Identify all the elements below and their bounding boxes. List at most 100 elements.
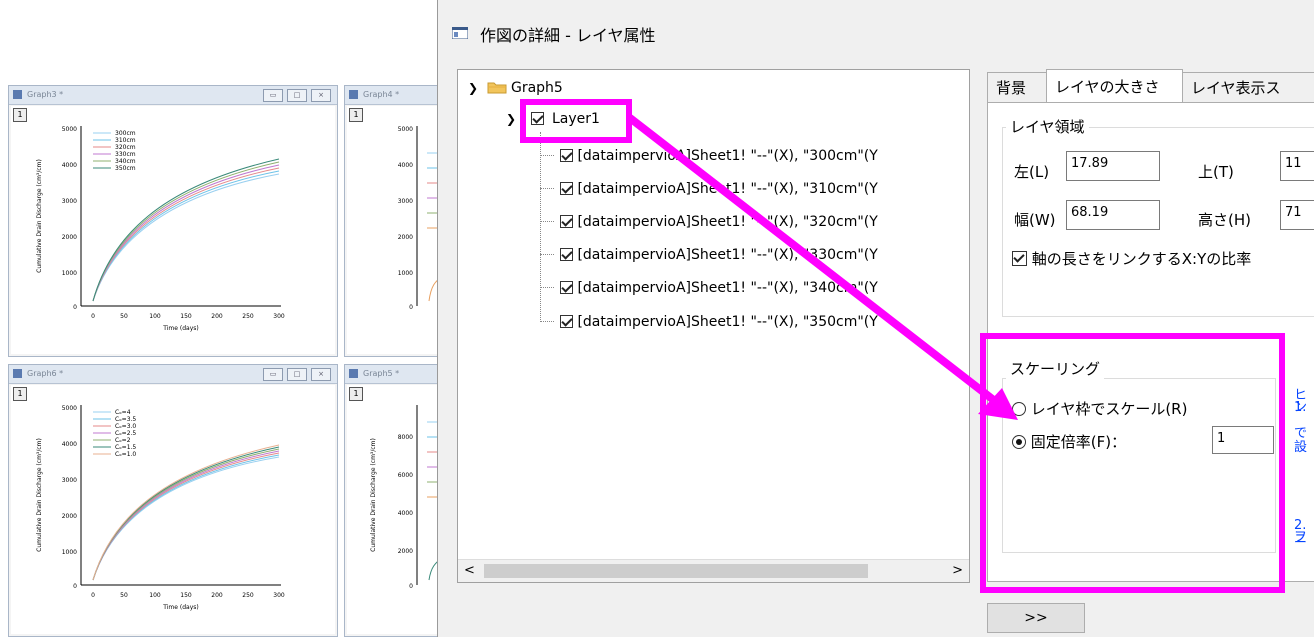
tree-plot-item[interactable]: [dataimpervioA]Sheet1! "--"(X), "320cm"(… <box>560 214 878 230</box>
ytick: 0 <box>409 583 413 590</box>
xtick: 200 <box>211 313 223 320</box>
legend-entry: 330cm <box>115 151 136 158</box>
plot-checkbox[interactable] <box>560 182 573 195</box>
xtick: 200 <box>211 592 223 599</box>
plot-tree-view[interactable]: ❯ Graph5 ❯ Layer1 [dataimpervioA]Sheet1!… <box>457 69 970 583</box>
ytick: 5000 <box>62 126 77 133</box>
close-button[interactable]: × <box>311 368 331 381</box>
tree-plot-item[interactable]: [dataimpervioA]Sheet1! "--"(X), "310cm"(… <box>560 181 878 197</box>
expand-button[interactable]: >> <box>987 603 1085 633</box>
xtick: 150 <box>180 313 192 320</box>
graph-window-graph3[interactable]: Graph3 * ▭ □ × 1 5000 4000 3000 2000 1000 … <box>8 85 338 357</box>
layer-area-label: レイヤ領域 <box>1006 116 1089 137</box>
legend-entry: Cₒ=2.5 <box>115 430 136 437</box>
tab-layer-display[interactable]: レイヤ表示ス <box>1182 72 1314 102</box>
plot-checkbox[interactable] <box>560 315 573 328</box>
graph3-titlebar[interactable]: Graph3 * ▭ □ × <box>9 86 337 105</box>
graph4-chart: 5000 4000 3000 2000 1000 0 <box>398 126 443 311</box>
scrollbar-thumb[interactable] <box>484 564 868 578</box>
plot-label: [dataimpervioA]Sheet1! "--"(X), "340cm"(… <box>577 280 878 296</box>
graph-window-graph5[interactable]: Graph5 * 1 Cumulative Drain Discharge (c… <box>344 364 444 637</box>
link-axis-checkbox[interactable] <box>1012 251 1027 266</box>
height-input[interactable]: 71 <box>1280 200 1314 230</box>
graph6-titlebar[interactable]: Graph6 * ▭ □ × <box>9 365 337 384</box>
legend-entry: 300cm <box>115 130 136 137</box>
ytick: 1000 <box>62 549 77 556</box>
minimize-button[interactable]: ▭ <box>263 89 283 102</box>
legend-entry: Cₒ=3.0 <box>115 423 136 430</box>
legend-entry: Cₒ=3.5 <box>115 416 136 423</box>
graph4-titlebar[interactable]: Graph4 * <box>345 86 443 105</box>
close-button[interactable]: × <box>311 89 331 102</box>
graph5-plot-area[interactable]: 1 Cumulative Drain Discharge (cm³/cm) 80… <box>347 385 443 634</box>
legend-entry: Cₒ=1.0 <box>115 451 136 458</box>
graph5-title: Graph5 * <box>363 369 400 378</box>
hint-link[interactable]: で <box>1294 427 1307 440</box>
maximize-button[interactable]: □ <box>287 368 307 381</box>
chevron-down-icon[interactable]: ❯ <box>506 112 516 126</box>
minimize-button[interactable]: ▭ <box>263 368 283 381</box>
left-input[interactable]: 17.89 <box>1066 151 1160 181</box>
link-axis-checkbox-row[interactable]: 軸の長さをリンクするX:Yの比率 <box>1012 248 1251 269</box>
tree-plot-item[interactable]: [dataimpervioA]Sheet1! "--"(X), "300cm"(… <box>560 148 878 164</box>
xtick: 0 <box>91 592 95 599</box>
hint-link[interactable]: ニ <box>1294 533 1307 546</box>
graph6-plot-area[interactable]: 1 5000 4000 3000 2000 1000 0 0 50 100 15… <box>11 385 335 634</box>
width-input[interactable]: 68.19 <box>1066 200 1160 230</box>
highlight-box-scaling <box>980 333 1285 593</box>
ytick: 1000 <box>398 270 413 277</box>
plot-label: [dataimpervioA]Sheet1! "--"(X), "310cm"(… <box>577 181 878 197</box>
graph4-plot-area[interactable]: 1 5000 4000 3000 2000 1000 0 <box>347 106 443 354</box>
ytick: 4000 <box>398 510 413 517</box>
plot-checkbox[interactable] <box>560 149 573 162</box>
xtick: 250 <box>242 592 254 599</box>
tree-connector <box>540 321 554 322</box>
hint-link[interactable]: 設 <box>1294 441 1307 454</box>
ytick: 1000 <box>62 270 77 277</box>
ytick: 8000 <box>398 434 413 441</box>
x-axis-label: Time (days) <box>162 325 198 332</box>
graph3-title: Graph3 * <box>27 90 64 99</box>
graph-icon <box>349 369 358 378</box>
ytick: 4000 <box>62 441 77 448</box>
graph4-title: Graph4 * <box>363 90 400 99</box>
graph3-plot-area[interactable]: 1 5000 4000 3000 2000 1000 0 0 50 100 15… <box>11 106 335 354</box>
tree-plot-item[interactable]: [dataimpervioA]Sheet1! "--"(X), "340cm"(… <box>560 280 878 296</box>
ytick: 2000 <box>62 513 77 520</box>
highlight-box-layer <box>520 99 632 143</box>
legend-entry: 320cm <box>115 144 136 151</box>
scroll-right-arrow[interactable]: > <box>952 563 963 578</box>
ytick: 6000 <box>398 472 413 479</box>
graph5-titlebar[interactable]: Graph5 * <box>345 365 443 384</box>
horizontal-scrollbar[interactable]: < > <box>458 559 969 582</box>
tree-plot-item[interactable]: [dataimpervioA]Sheet1! "--"(X), "330cm"(… <box>560 247 878 263</box>
graph-window-graph4[interactable]: Graph4 * 1 5000 4000 3000 2000 1000 0 <box>344 85 444 357</box>
height-label: 高さ(H) <box>1198 211 1251 229</box>
tree-root-graph5[interactable]: ❯ Graph5 <box>468 80 563 96</box>
plot-checkbox[interactable] <box>560 215 573 228</box>
ytick: 0 <box>73 583 77 590</box>
plot-checkbox[interactable] <box>560 281 573 294</box>
graph3-chart: 5000 4000 3000 2000 1000 0 0 50 100 150 … <box>36 126 285 332</box>
top-input[interactable]: 11 <box>1280 151 1314 181</box>
graph-icon <box>13 90 22 99</box>
chevron-down-icon[interactable]: ❯ <box>468 81 478 95</box>
graph-window-graph6[interactable]: Graph6 * ▭ □ × 1 5000 4000 3000 2000 1000 … <box>8 364 338 637</box>
top-label: 上(T) <box>1198 163 1234 181</box>
tree-connector <box>540 188 554 189</box>
scroll-left-arrow[interactable]: < <box>464 563 475 578</box>
tab-background[interactable]: 背景 <box>987 72 1047 102</box>
plot-checkbox[interactable] <box>560 248 573 261</box>
graph-icon <box>349 90 358 99</box>
plot-label: [dataimpervioA]Sheet1! "--"(X), "300cm"(… <box>577 148 878 164</box>
link-axis-label: 軸の長さをリンクするX:Yの比率 <box>1031 250 1252 268</box>
ytick: 2000 <box>398 234 413 241</box>
ytick: 0 <box>73 304 77 311</box>
width-label: 幅(W) <box>1014 211 1056 229</box>
maximize-button[interactable]: □ <box>287 89 307 102</box>
tab-layer-size[interactable]: レイヤの大きさ <box>1046 69 1183 103</box>
tree-plot-item[interactable]: [dataimpervioA]Sheet1! "--"(X), "350cm"(… <box>560 314 878 330</box>
legend-entry: 350cm <box>115 165 136 172</box>
y-axis-label: Cumulative Drain Discharge (cm³/cm) <box>370 438 377 552</box>
hint-link[interactable]: 1. <box>1294 401 1306 414</box>
